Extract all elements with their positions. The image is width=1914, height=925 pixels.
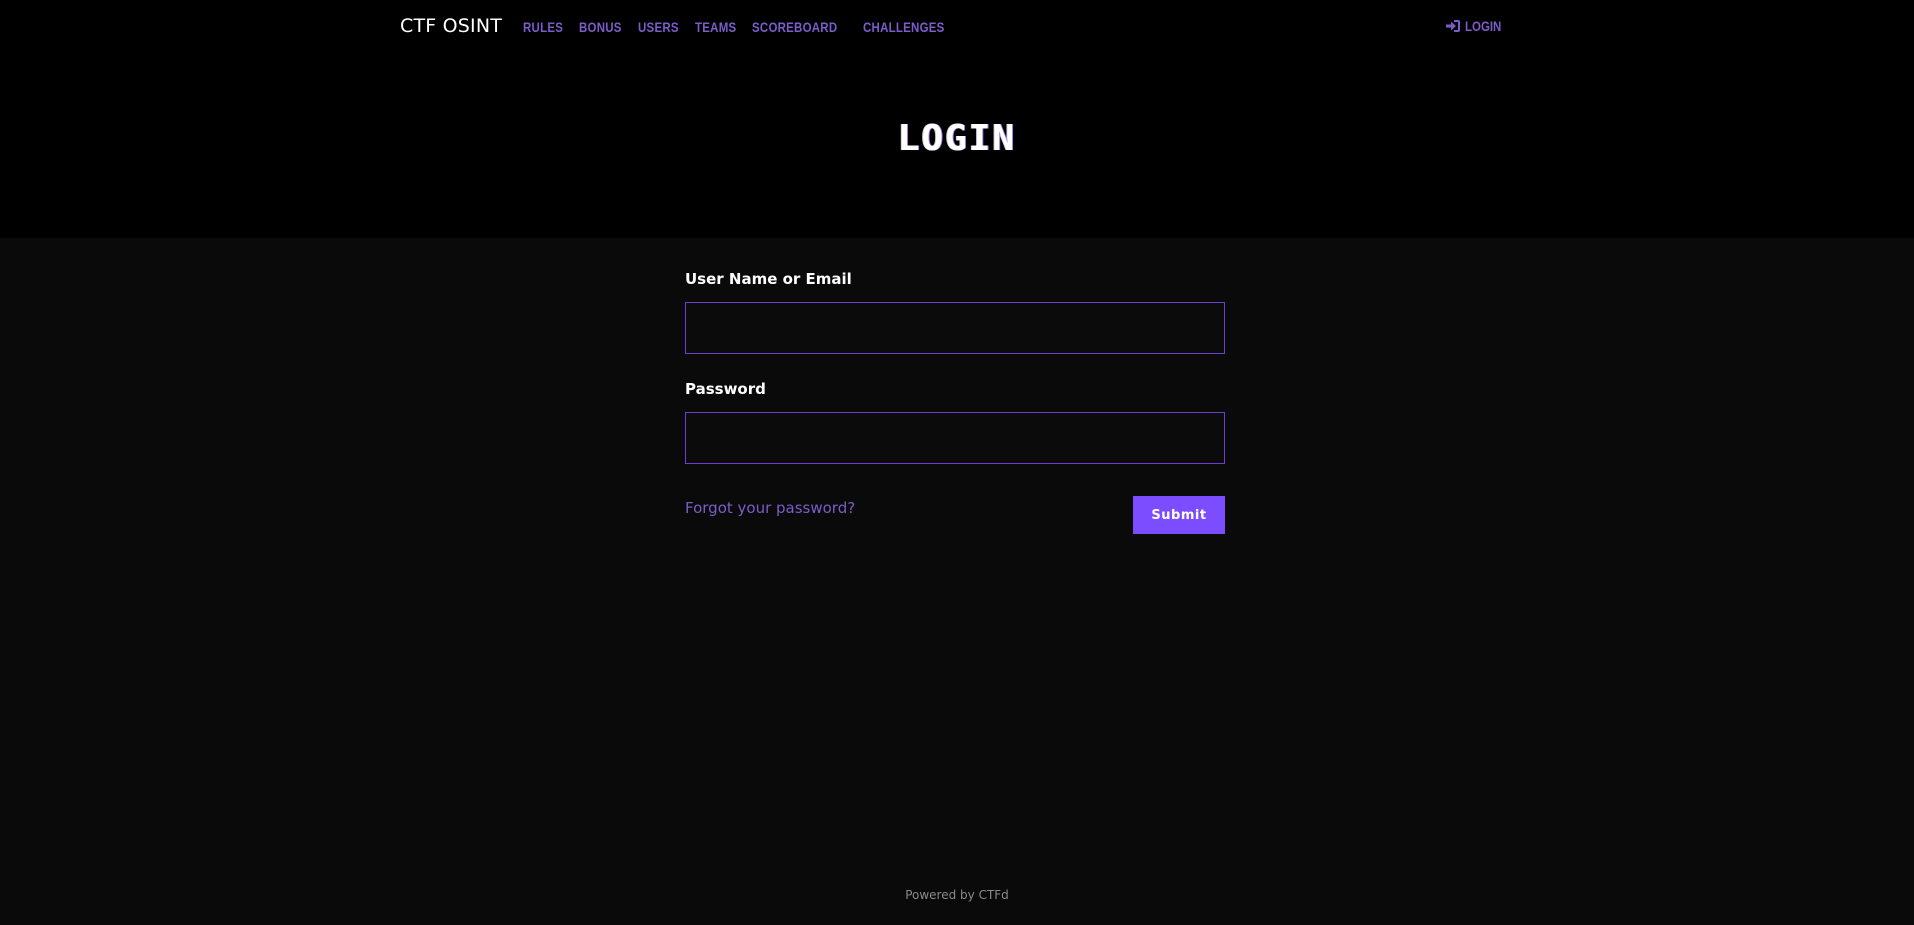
page-title: LOGIN (897, 118, 1017, 159)
nav-links: RULES BONUS USERS TEAMS SCOREBOARD CHALL… (523, 19, 954, 35)
password-label: Password (685, 380, 766, 398)
submit-button[interactable]: Submit (1133, 496, 1225, 534)
password-input[interactable] (685, 412, 1225, 464)
nav-link-challenges[interactable]: CHALLENGES (863, 19, 945, 35)
page-header: LOGIN (0, 54, 1914, 238)
nav-link-users[interactable]: USERS (638, 19, 679, 35)
footer-powered-by[interactable]: Powered by CTFd (0, 888, 1914, 902)
nav-link-rules[interactable]: RULES (523, 19, 563, 35)
forgot-password-link[interactable]: Forgot your password? (685, 499, 855, 517)
username-label: User Name or Email (685, 270, 852, 288)
brand-link[interactable]: CTF OSINT (400, 15, 502, 37)
nav-link-bonus[interactable]: BONUS (579, 19, 622, 35)
login-form: User Name or Email Password Forgot your … (685, 270, 1225, 535)
nav-login-label: LOGIN (1465, 18, 1502, 34)
top-navbar: CTF OSINT RULES BONUS USERS TEAMS SCOREB… (0, 0, 1914, 54)
sign-in-icon (1446, 20, 1460, 32)
nav-login-link[interactable]: LOGIN (1445, 18, 1509, 34)
username-input[interactable] (685, 302, 1225, 354)
form-footer: Forgot your password? Submit (685, 496, 1225, 535)
nav-link-teams[interactable]: TEAMS (695, 19, 736, 35)
nav-link-scoreboard[interactable]: SCOREBOARD (752, 19, 837, 35)
